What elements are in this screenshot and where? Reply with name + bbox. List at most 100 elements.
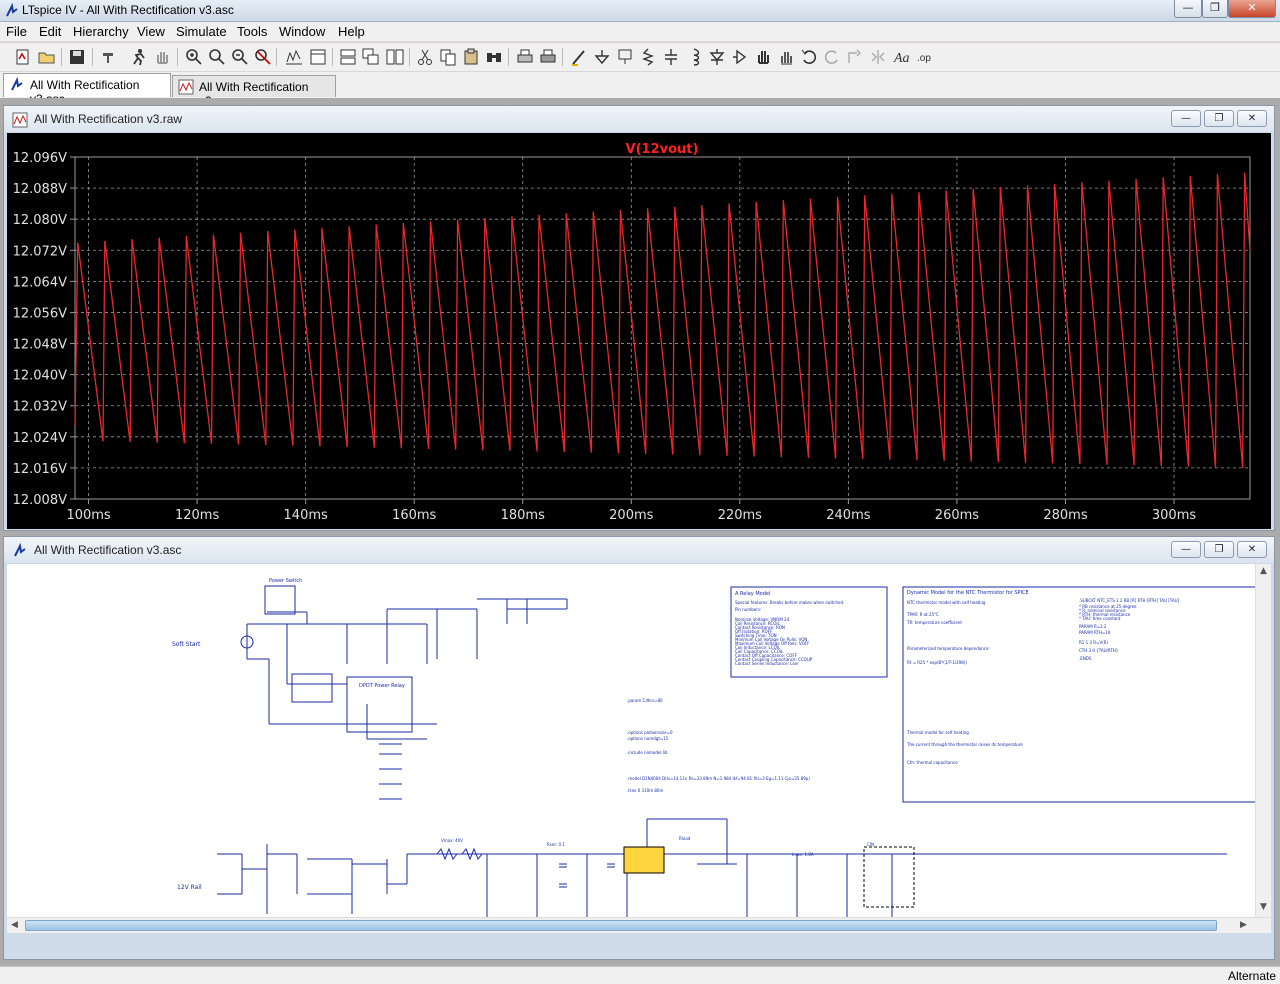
rail-note: Rload xyxy=(679,836,691,841)
menu-tools[interactable]: Tools xyxy=(237,24,267,39)
relay-notes-line: Special features: Breaks before makes wh… xyxy=(735,600,844,605)
diode-icon[interactable] xyxy=(707,47,727,67)
trace-v12vout[interactable] xyxy=(74,172,1251,468)
rail-note: CIN xyxy=(867,842,874,847)
run-icon[interactable] xyxy=(129,47,149,67)
schematic-drawing[interactable]: Soft Start 12V Rail Power Switch DPDT Po… xyxy=(7,564,1260,924)
autorange-icon[interactable] xyxy=(284,47,304,67)
label-net-icon[interactable] xyxy=(615,47,635,67)
undo-icon[interactable] xyxy=(799,47,819,67)
schematic-canvas[interactable]: Soft Start 12V Rail Power Switch DPDT Po… xyxy=(7,564,1271,933)
menu-simulate[interactable]: Simulate xyxy=(176,24,227,39)
subckt-line: * TAU: time constant xyxy=(1079,616,1121,621)
y-tick-label: 12.024V xyxy=(13,431,67,446)
close-button[interactable]: ✕ xyxy=(1228,0,1276,18)
x-tick-label: 240ms xyxy=(826,508,870,523)
menu-window[interactable]: Window xyxy=(279,24,325,39)
new-schematic-icon[interactable] xyxy=(13,47,33,67)
menu-file[interactable]: File xyxy=(6,24,27,39)
zoom-area-icon[interactable] xyxy=(207,47,227,67)
menu-edit[interactable]: Edit xyxy=(39,24,61,39)
save-icon[interactable] xyxy=(67,47,87,67)
schematic-window-title: All With Rectification v3.asc xyxy=(34,543,182,557)
menu-hierarchy[interactable]: Hierarchy xyxy=(73,24,129,39)
toolbar: Aa .op xyxy=(0,43,1280,72)
print-icon[interactable] xyxy=(538,47,558,67)
x-tick-label: 160ms xyxy=(392,508,436,523)
relay-notes-line: Contact Series Inductance: Lser xyxy=(735,661,799,666)
resistor-icon[interactable] xyxy=(638,47,658,67)
y-tick-label: 12.056V xyxy=(13,306,67,321)
text-icon[interactable]: Aa xyxy=(891,47,911,67)
schematic-horizontal-scrollbar[interactable]: ◀ ▶ xyxy=(7,917,1271,933)
schematic-close-button[interactable]: ✕ xyxy=(1237,541,1267,558)
ntc-notes-line: The current through the thermistor raise… xyxy=(906,742,1023,747)
inductor-icon[interactable] xyxy=(684,47,704,67)
label-subckt-title: .SUBCKT NTC_ETS 1 2 RB [R] RTH [RTH] TAU… xyxy=(1079,598,1180,603)
subckt-line: PARAM R=2.2 xyxy=(1079,624,1107,629)
x-tick-label: 220ms xyxy=(718,508,762,523)
waveform-restore-button[interactable]: ❐ xyxy=(1204,110,1234,127)
label-power-switch: Power Switch xyxy=(269,578,302,584)
y-tick-label: 12.064V xyxy=(13,275,67,290)
tab-waveform[interactable]: All With Rectification v3.raw xyxy=(172,75,336,108)
minimize-button[interactable]: — xyxy=(1174,0,1202,18)
waveform-minimize-button[interactable]: — xyxy=(1171,110,1201,127)
spice-directive: .include nomodel.lib xyxy=(627,750,668,755)
ntc-notes-line: NTC thermistor model with self heating xyxy=(907,600,986,605)
svg-text:.op: .op xyxy=(917,53,931,64)
x-tick-label: 180ms xyxy=(501,508,545,523)
scroll-right-icon[interactable]: ▶ xyxy=(1240,920,1247,930)
schematic-minimize-button[interactable]: — xyxy=(1171,541,1201,558)
move-icon[interactable] xyxy=(753,47,773,67)
tile-vertical-icon[interactable] xyxy=(308,47,328,67)
open-icon[interactable] xyxy=(37,47,57,67)
schematic-restore-button[interactable]: ❐ xyxy=(1204,541,1234,558)
tab-schematic[interactable]: All With Rectification v3.asc xyxy=(3,73,171,106)
svg-text:Aa: Aa xyxy=(893,51,910,66)
schematic-vertical-scrollbar[interactable]: ▲ ▼ xyxy=(1255,564,1271,933)
label-ntc-notes-title: Dynamic Model for the NTC Thermistor for… xyxy=(907,590,1029,596)
trace-name-label[interactable]: V(12vout) xyxy=(626,142,699,157)
print-setup-icon[interactable] xyxy=(515,47,535,67)
ntc-notes-line: Thermal model for self heating xyxy=(906,730,969,735)
waveform-plot-canvas[interactable]: 12.096V 12.088V 12.080V 12.072V 12.064V 12.05… xyxy=(7,133,1271,529)
y-tick-label: 12.088V xyxy=(13,182,67,197)
component-icon[interactable] xyxy=(730,47,750,67)
horizontal-scroll-thumb[interactable] xyxy=(25,920,1217,931)
zoom-out-icon[interactable] xyxy=(230,47,250,67)
capacitor-icon[interactable] xyxy=(661,47,681,67)
mirror-icon[interactable] xyxy=(868,47,888,67)
rotate-icon[interactable] xyxy=(845,47,865,67)
document-tabs: All With Rectification v3.asc All With R… xyxy=(0,72,1280,108)
spice-directive-icon[interactable]: .op xyxy=(914,47,934,67)
control-panel-icon[interactable] xyxy=(99,47,119,67)
zoom-in-icon[interactable] xyxy=(184,47,204,67)
spice-param: .param Cdhrs=80 xyxy=(627,698,663,703)
zoom-cancel-icon[interactable] xyxy=(253,47,273,67)
cut-icon[interactable] xyxy=(415,47,435,67)
paste-icon[interactable] xyxy=(461,47,481,67)
copy-icon[interactable] xyxy=(438,47,458,67)
window-arrange-icon[interactable] xyxy=(385,47,405,67)
menu-help[interactable]: Help xyxy=(338,24,365,39)
draw-wire-icon[interactable] xyxy=(569,47,589,67)
x-axis-ticks: 100ms 120ms 140ms 160ms 180ms 200ms 220ms 240ms… xyxy=(66,499,1196,523)
halt-icon[interactable] xyxy=(152,47,172,67)
drag-icon[interactable] xyxy=(776,47,796,67)
redo-icon[interactable] xyxy=(822,47,842,67)
scroll-up-icon[interactable]: ▲ xyxy=(1260,566,1267,576)
scroll-left-icon[interactable]: ◀ xyxy=(11,920,18,930)
find-icon[interactable] xyxy=(484,47,504,67)
waveform-close-button[interactable]: ✕ xyxy=(1237,110,1267,127)
scroll-down-icon[interactable]: ▼ xyxy=(1260,902,1267,912)
waveform-plot[interactable]: 12.096V 12.088V 12.080V 12.072V 12.064V 12.05… xyxy=(7,133,1271,529)
tile-horizontal-icon[interactable] xyxy=(361,47,381,67)
cascade-icon[interactable] xyxy=(338,47,358,67)
x-tick-label: 280ms xyxy=(1043,508,1087,523)
ground-icon[interactable] xyxy=(592,47,612,67)
y-tick-label: 12.040V xyxy=(13,369,67,384)
maximize-button[interactable]: ❐ xyxy=(1202,0,1228,18)
menu-view[interactable]: View xyxy=(137,24,165,39)
rail-note: Rser: 0.1 xyxy=(547,842,565,847)
